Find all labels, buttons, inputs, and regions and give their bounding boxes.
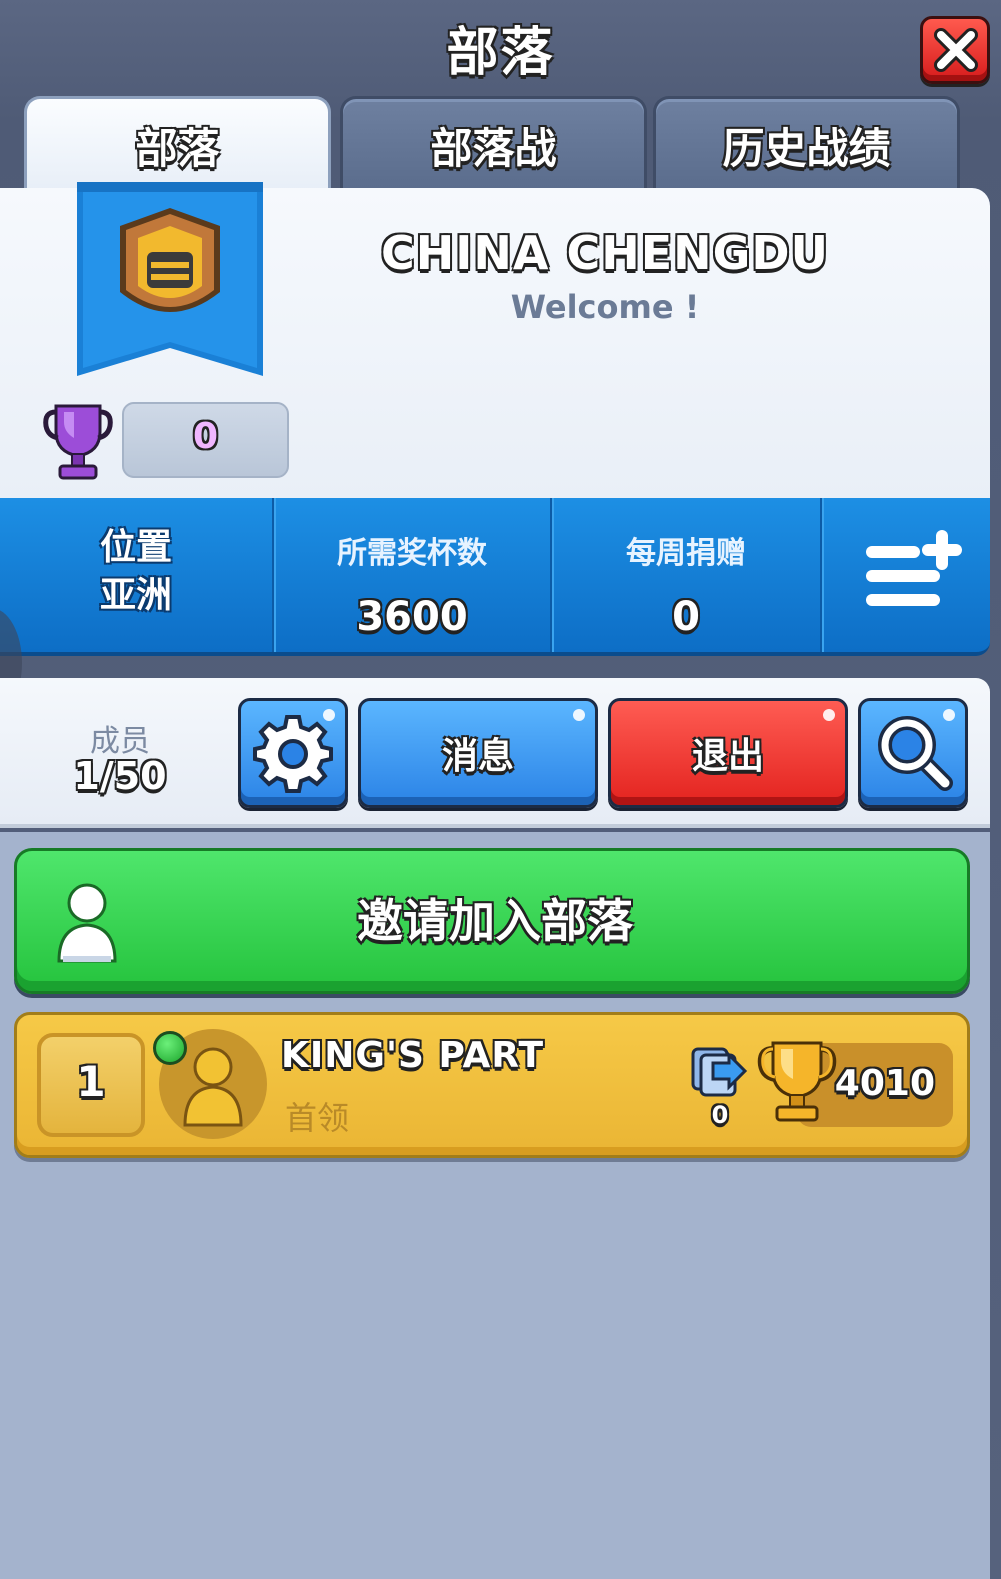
invite-button-label: 邀请加入部落	[357, 894, 633, 948]
member-name: KING'S PART	[281, 1035, 545, 1076]
member-role: 首领	[285, 1099, 350, 1137]
tab-war-history[interactable]: 历史战绩	[653, 96, 960, 192]
clan-name: CHINA CHENGDU	[381, 226, 829, 280]
member-rank: 1	[37, 1033, 145, 1137]
member-donations: 0	[711, 1101, 729, 1129]
shield-icon	[120, 208, 220, 312]
menu-add-icon[interactable]	[862, 530, 962, 610]
location-label: 位置	[99, 527, 172, 568]
page-title: 部落	[446, 23, 555, 83]
clan-badge-banner	[77, 182, 263, 376]
button-glint	[573, 709, 585, 721]
clan-trophy-box: 0	[122, 402, 289, 478]
leave-button-label: 退出	[691, 736, 764, 777]
search-button[interactable]	[858, 698, 968, 808]
location-value: 亚洲	[99, 575, 172, 616]
search-icon	[878, 716, 953, 791]
button-glint	[823, 709, 835, 721]
members-count: 1/50	[73, 754, 167, 798]
close-icon	[934, 28, 978, 72]
clan-trophy-count: 0	[192, 416, 219, 457]
invite-to-clan-button[interactable]: 邀请加入部落	[14, 848, 970, 994]
weekly-donations-value: 0	[672, 594, 700, 640]
trophy-icon	[43, 404, 113, 480]
clan-description: Welcome !	[510, 288, 700, 326]
required-trophies-label: 所需奖杯数	[337, 536, 487, 571]
gear-icon	[253, 715, 333, 793]
required-trophies-value: 3600	[356, 594, 468, 640]
stat-required-trophies: 所需奖杯数 3600	[274, 498, 552, 652]
tab-clan-war[interactable]: 部落战	[340, 96, 647, 192]
online-status-indicator	[153, 1031, 187, 1065]
list-item[interactable]: 1 KING'S PART 首领 0 4010	[14, 1012, 970, 1158]
leave-clan-button[interactable]: 退出	[608, 698, 848, 808]
stat-location: 位置 亚洲	[0, 498, 274, 652]
stat-weekly-donations: 每周捐赠 0	[552, 498, 822, 652]
clan-stats-bar: 位置 亚洲 所需奖杯数 3600 每周捐赠 0	[0, 498, 990, 656]
close-button[interactable]	[920, 16, 990, 84]
message-button-label: 消息	[441, 736, 514, 777]
game-window: 部落 部落 部落战 历史战绩 0 CHINA CHENGDU Welcome !…	[0, 0, 1001, 1579]
trade-icon	[691, 1047, 748, 1097]
weekly-donations-label: 每周捐赠	[626, 536, 746, 571]
trophy-icon	[757, 1041, 837, 1122]
tab-clan[interactable]: 部落	[24, 96, 331, 192]
settings-button[interactable]	[238, 698, 348, 808]
message-button[interactable]: 消息	[358, 698, 598, 808]
